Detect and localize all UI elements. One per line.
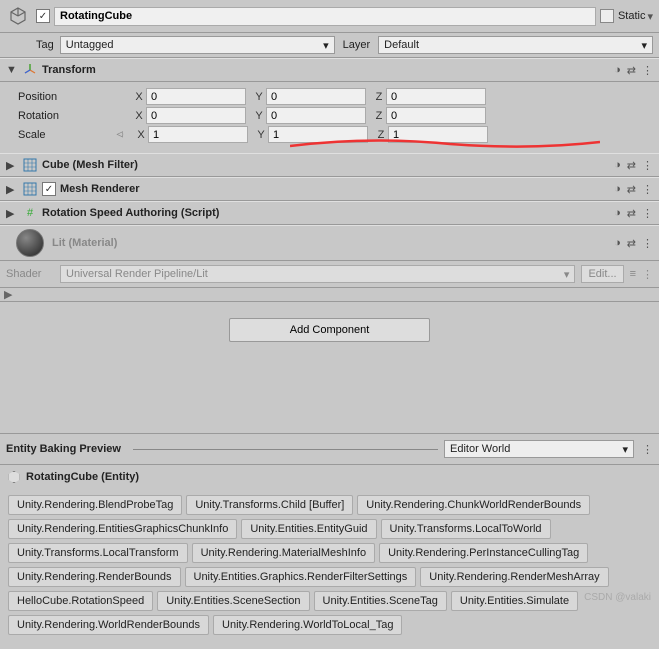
component-tag[interactable]: Unity.Rendering.RenderMeshArray bbox=[420, 567, 608, 587]
mesh-renderer-title: Mesh Renderer bbox=[60, 183, 614, 195]
scale-x-input[interactable] bbox=[148, 126, 248, 143]
component-tags-area: Unity.Rendering.BlendProbeTagUnity.Trans… bbox=[0, 489, 659, 649]
watermark: CSDN @valaki bbox=[584, 592, 651, 603]
component-tag[interactable]: Unity.Rendering.RenderBounds bbox=[8, 567, 181, 587]
mesh-filter-icon bbox=[22, 157, 38, 173]
axis-z: Z bbox=[372, 91, 386, 103]
shader-label: Shader bbox=[6, 268, 60, 280]
preset-icon[interactable]: ⇄ bbox=[627, 183, 636, 196]
transform-icon bbox=[22, 62, 38, 78]
position-z-input[interactable] bbox=[386, 88, 486, 105]
help-icon[interactable]: ◑ bbox=[614, 64, 621, 77]
axis-x: X bbox=[132, 91, 146, 103]
collapse-arrow-icon[interactable]: ▶ bbox=[4, 288, 12, 301]
menu-icon[interactable]: ⋮ bbox=[642, 183, 653, 196]
rotation-z-input[interactable] bbox=[386, 107, 486, 124]
preset-icon[interactable]: ⇄ bbox=[627, 237, 636, 250]
position-y-input[interactable] bbox=[266, 88, 366, 105]
component-tag[interactable]: Unity.Transforms.Child [Buffer] bbox=[186, 495, 353, 515]
script-icon: # bbox=[22, 205, 38, 221]
static-label: Static bbox=[618, 10, 646, 22]
layer-label: Layer bbox=[343, 39, 371, 51]
material-preview-icon bbox=[16, 229, 44, 257]
help-icon[interactable]: ◑ bbox=[614, 159, 621, 172]
component-tag[interactable]: Unity.Entities.SceneSection bbox=[157, 591, 309, 611]
rotation-script-title: Rotation Speed Authoring (Script) bbox=[42, 207, 614, 219]
static-dropdown-icon[interactable]: ▾ bbox=[647, 10, 653, 23]
scale-z-input[interactable] bbox=[388, 126, 488, 143]
material-title: Lit (Material) bbox=[52, 237, 614, 249]
transform-title: Transform bbox=[42, 64, 614, 76]
component-tag[interactable]: Unity.Entities.Simulate bbox=[451, 591, 578, 611]
gameobject-icon bbox=[6, 4, 30, 28]
menu-icon[interactable]: ⋮ bbox=[642, 443, 653, 456]
menu-icon[interactable]: ≡ bbox=[630, 268, 636, 280]
preset-icon[interactable]: ⇄ bbox=[627, 207, 636, 220]
divider bbox=[133, 449, 438, 450]
component-tag[interactable]: Unity.Entities.SceneTag bbox=[314, 591, 447, 611]
rotation-y-input[interactable] bbox=[266, 107, 366, 124]
expand-arrow-icon[interactable]: ▶ bbox=[6, 183, 16, 196]
scale-lock-icon[interactable]: ⏿ bbox=[116, 128, 132, 141]
menu-icon[interactable]: ⋮ bbox=[642, 268, 653, 281]
menu-icon[interactable]: ⋮ bbox=[642, 207, 653, 220]
help-icon[interactable]: ◑ bbox=[614, 237, 621, 250]
rotation-x-input[interactable] bbox=[146, 107, 246, 124]
axis-y: Y bbox=[252, 91, 266, 103]
entity-name: RotatingCube (Entity) bbox=[26, 471, 139, 483]
menu-icon[interactable]: ⋮ bbox=[642, 159, 653, 172]
tag-dropdown[interactable]: Untagged▾ bbox=[60, 36, 335, 54]
edit-button[interactable]: Edit... bbox=[581, 265, 623, 283]
position-label: Position bbox=[6, 91, 116, 103]
component-tag[interactable]: Unity.Rendering.EntitiesGraphicsChunkInf… bbox=[8, 519, 237, 539]
world-dropdown[interactable]: Editor World▾ bbox=[444, 440, 634, 458]
active-checkbox[interactable] bbox=[36, 9, 50, 23]
help-icon[interactable]: ◑ bbox=[614, 207, 621, 220]
menu-icon[interactable]: ⋮ bbox=[642, 64, 653, 77]
component-tag[interactable]: Unity.Rendering.ChunkWorldRenderBounds bbox=[357, 495, 590, 515]
mesh-filter-title: Cube (Mesh Filter) bbox=[42, 159, 614, 171]
rotation-label: Rotation bbox=[6, 110, 116, 122]
entity-icon bbox=[8, 471, 20, 483]
component-tag[interactable]: Unity.Transforms.LocalTransform bbox=[8, 543, 188, 563]
shader-dropdown[interactable]: Universal Render Pipeline/Lit▾ bbox=[60, 265, 575, 283]
mesh-renderer-icon bbox=[22, 181, 38, 197]
component-tag[interactable]: HelloCube.RotationSpeed bbox=[8, 591, 153, 611]
expand-arrow-icon[interactable]: ▶ bbox=[6, 159, 16, 172]
scale-label: Scale bbox=[6, 129, 116, 141]
scale-y-input[interactable] bbox=[268, 126, 368, 143]
mesh-renderer-enabled-checkbox[interactable] bbox=[42, 182, 56, 196]
component-tag[interactable]: Unity.Rendering.PerInstanceCullingTag bbox=[379, 543, 588, 563]
component-tag[interactable]: Unity.Entities.Graphics.RenderFilterSett… bbox=[185, 567, 417, 587]
layer-dropdown[interactable]: Default▾ bbox=[378, 36, 653, 54]
static-checkbox[interactable] bbox=[600, 9, 614, 23]
help-icon[interactable]: ◑ bbox=[614, 183, 621, 196]
entity-baking-title: Entity Baking Preview bbox=[6, 443, 121, 455]
chevron-down-icon: ▾ bbox=[323, 39, 329, 52]
component-tag[interactable]: Unity.Rendering.WorldToLocal_Tag bbox=[213, 615, 402, 635]
component-tag[interactable]: Unity.Entities.EntityGuid bbox=[241, 519, 376, 539]
position-x-input[interactable] bbox=[146, 88, 246, 105]
component-tag[interactable]: Unity.Rendering.WorldRenderBounds bbox=[8, 615, 209, 635]
component-tag[interactable]: Unity.Transforms.LocalToWorld bbox=[381, 519, 551, 539]
menu-icon[interactable]: ⋮ bbox=[642, 237, 653, 250]
expand-arrow-icon[interactable]: ▼ bbox=[6, 64, 16, 76]
component-tag[interactable]: Unity.Rendering.BlendProbeTag bbox=[8, 495, 182, 515]
preset-icon[interactable]: ⇄ bbox=[627, 64, 636, 77]
chevron-down-icon: ▾ bbox=[564, 268, 570, 281]
tag-label: Tag bbox=[36, 39, 54, 51]
chevron-down-icon: ▾ bbox=[641, 39, 647, 52]
add-component-button[interactable]: Add Component bbox=[229, 318, 431, 342]
object-name-input[interactable] bbox=[54, 7, 596, 26]
component-tag[interactable]: Unity.Rendering.MaterialMeshInfo bbox=[192, 543, 375, 563]
chevron-down-icon: ▾ bbox=[622, 443, 628, 456]
preset-icon[interactable]: ⇄ bbox=[627, 159, 636, 172]
expand-arrow-icon[interactable]: ▶ bbox=[6, 207, 16, 220]
